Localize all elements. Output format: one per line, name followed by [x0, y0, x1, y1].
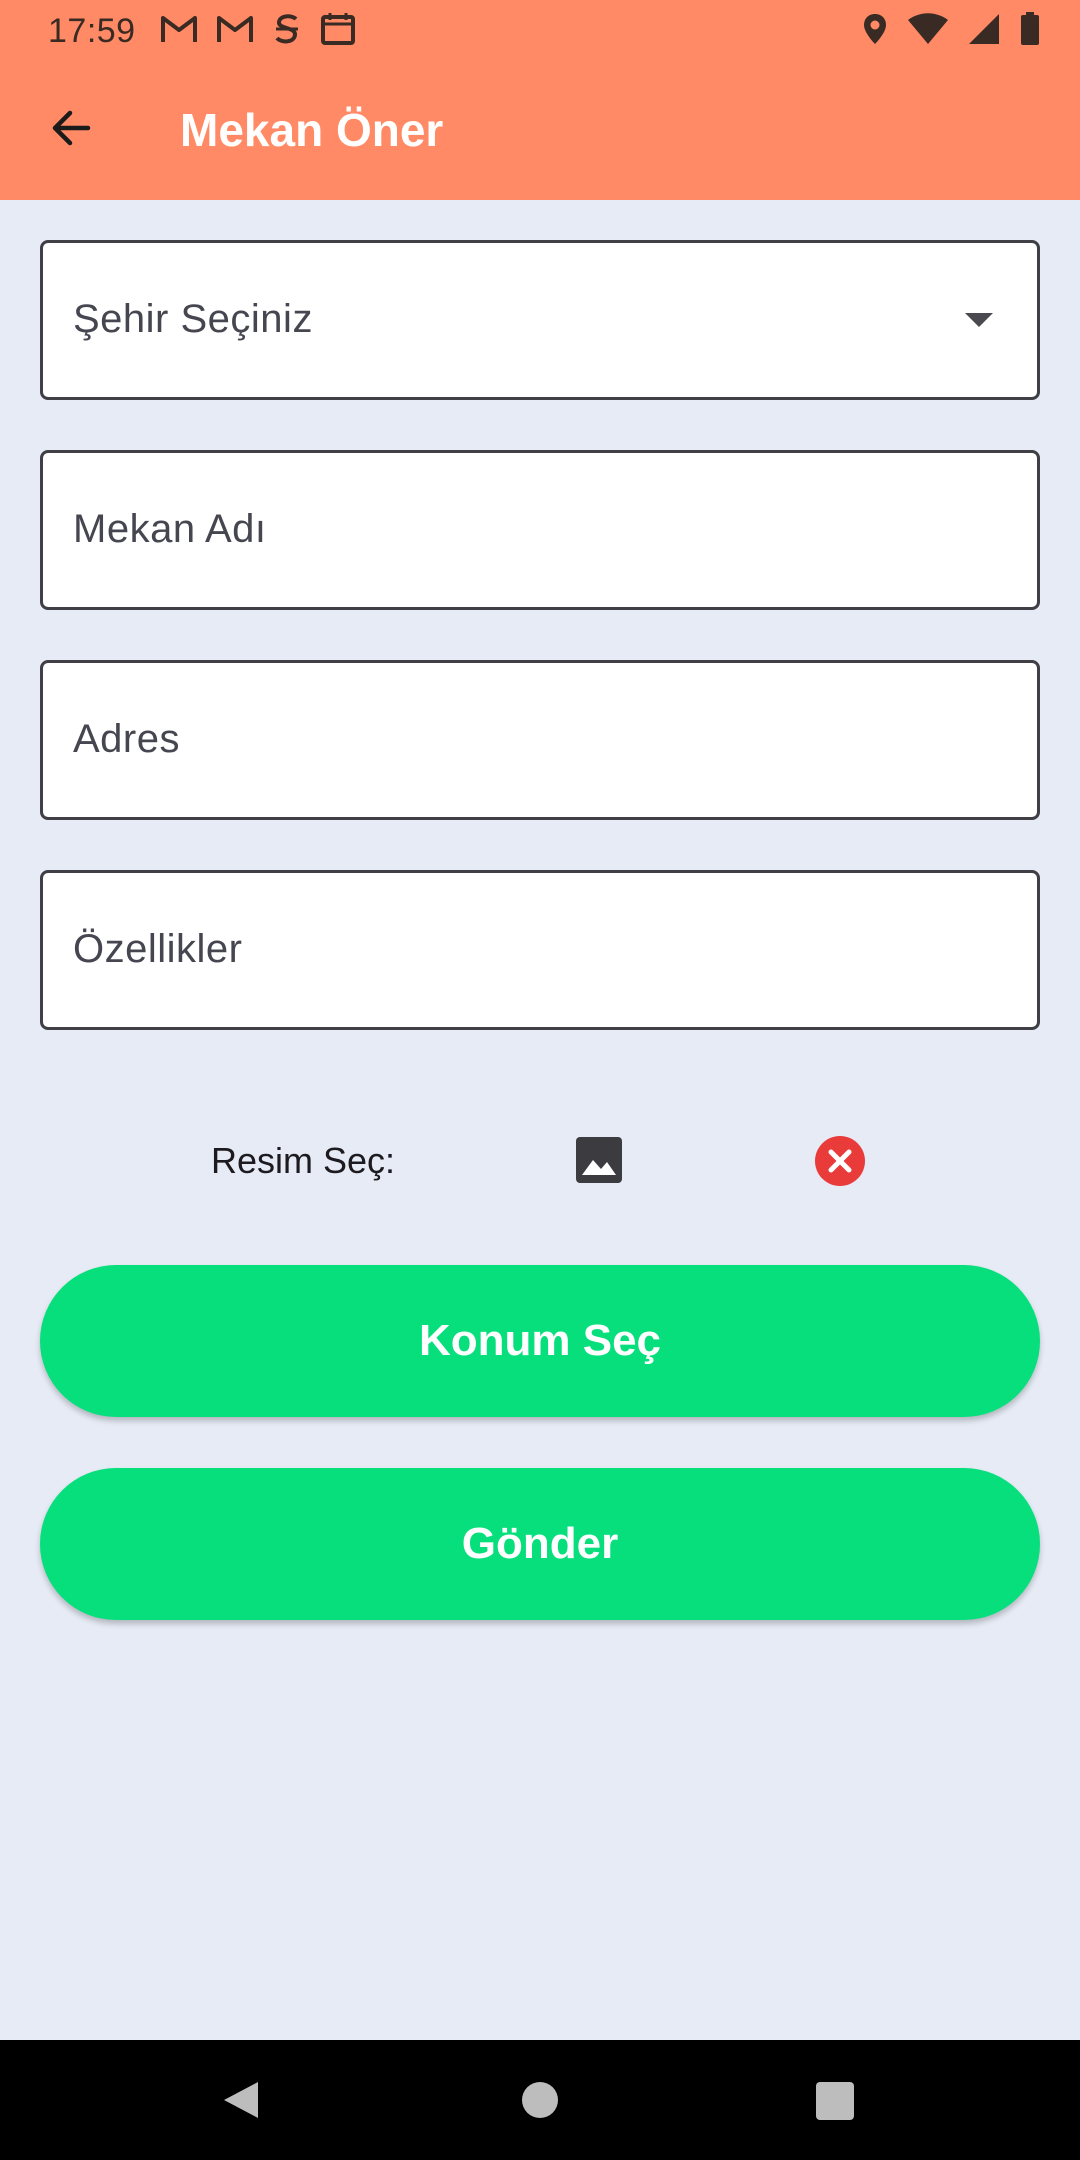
app-bar: 17:59 Mekan Öner — [0, 0, 1080, 200]
page-title: Mekan Öner — [180, 104, 444, 156]
location-icon — [862, 12, 888, 46]
place-name-field[interactable]: Mekan Adı — [40, 450, 1040, 610]
select-location-button[interactable]: Konum Seç — [40, 1265, 1040, 1417]
nav-recents-icon[interactable] — [816, 2082, 854, 2120]
battery-icon — [1020, 12, 1040, 46]
system-icons — [862, 12, 1040, 46]
cancel-icon[interactable] — [814, 1135, 866, 1192]
place-name-placeholder: Mekan Adı — [73, 507, 267, 551]
address-placeholder: Adres — [73, 717, 180, 761]
wifi-icon — [908, 13, 948, 45]
image-picker-label: Resim Seç: — [211, 1140, 396, 1181]
status-time: 17:59 — [48, 12, 136, 50]
status-bar: 17:59 — [0, 0, 1080, 62]
city-dropdown-value: Şehir Seçiniz — [73, 297, 313, 341]
s-app-icon — [272, 12, 302, 46]
image-picker-row: Resim Seç: — [0, 1130, 1080, 1190]
notification-icons — [160, 12, 356, 46]
city-dropdown[interactable]: Şehir Seçiniz — [40, 240, 1040, 400]
arrow-back-icon — [48, 106, 92, 155]
dropdown-caret-icon — [965, 313, 993, 327]
features-placeholder: Özellikler — [73, 927, 243, 971]
nav-home-icon[interactable] — [522, 2082, 558, 2118]
address-field[interactable]: Adres — [40, 660, 1040, 820]
image-icon[interactable] — [574, 1135, 624, 1190]
nav-back-icon[interactable] — [222, 2080, 260, 2125]
submit-button[interactable]: Gönder — [40, 1468, 1040, 1620]
features-field[interactable]: Özellikler — [40, 870, 1040, 1030]
gmail-icon — [216, 12, 254, 46]
back-button[interactable] — [30, 90, 110, 170]
gmail-icon — [160, 12, 198, 46]
signal-icon — [968, 13, 1000, 45]
system-nav-bar — [0, 2040, 1080, 2160]
calendar-icon — [320, 12, 356, 46]
